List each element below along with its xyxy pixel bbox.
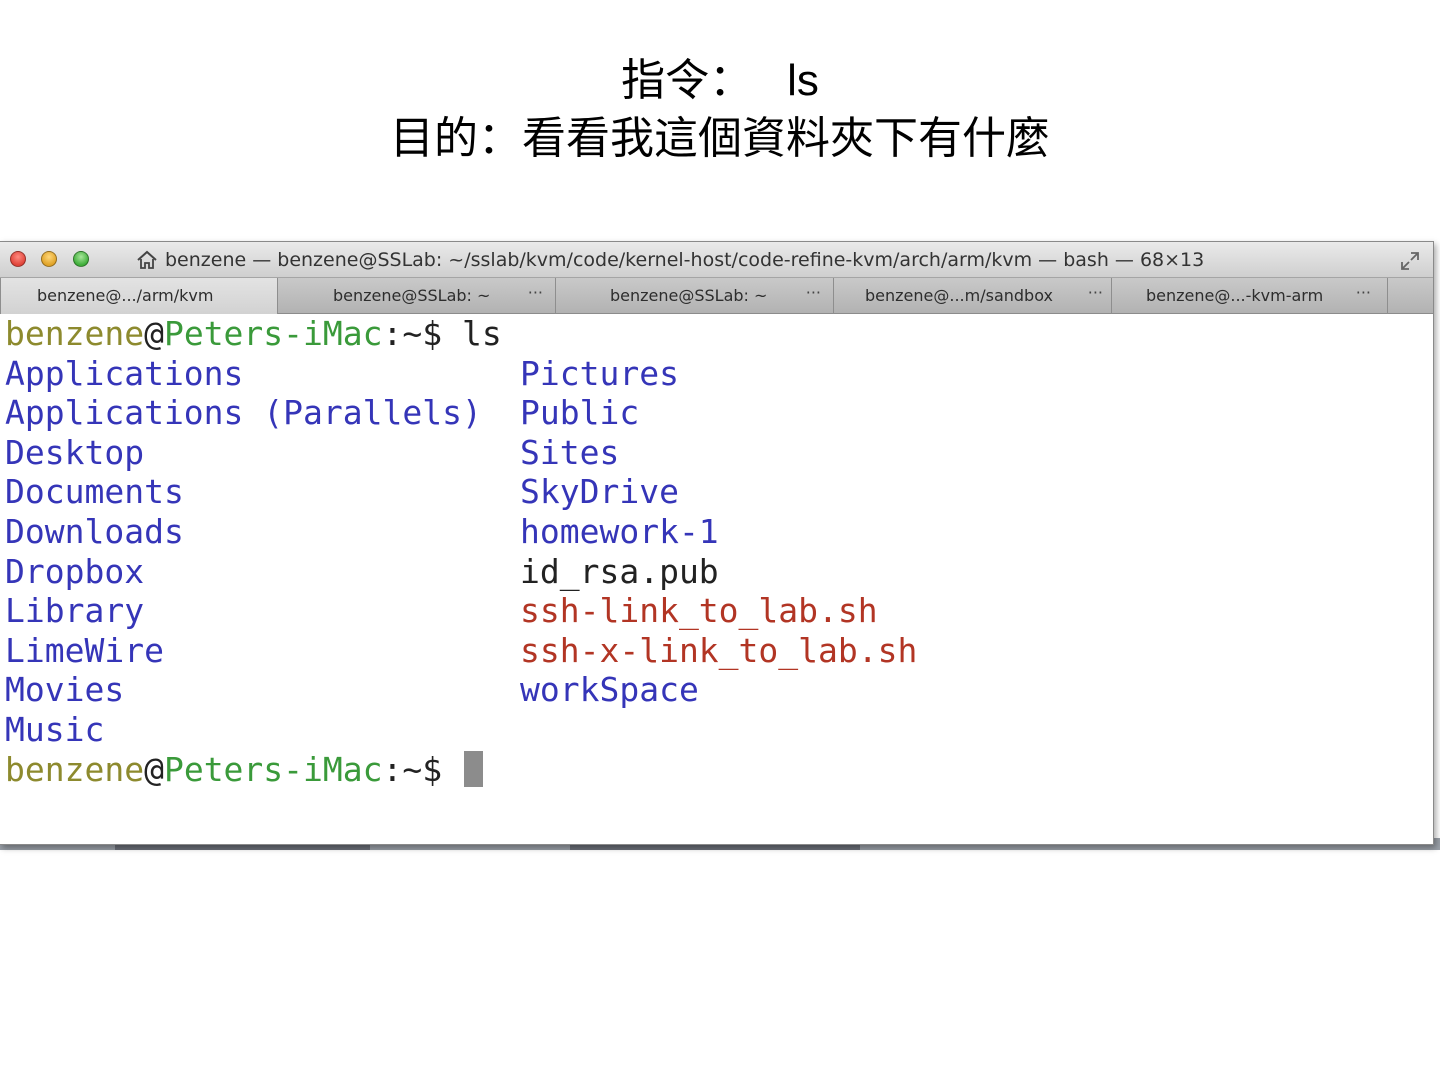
prompt-host: Peters-iMac	[163, 314, 383, 353]
tab-label: benzene@SSLab: ~	[333, 286, 491, 305]
tab-more-icon[interactable]: ···	[528, 278, 543, 314]
listing-entry: id_rsa.pub	[520, 552, 719, 591]
prompt-command: ls	[461, 314, 502, 353]
tab-more-icon[interactable]: ···	[1088, 278, 1103, 314]
listing-entry: Pictures	[520, 354, 679, 393]
listing-entry: Dropbox	[5, 552, 145, 591]
prompt-path: :~$	[382, 314, 443, 353]
tab-sslab-home-2[interactable]: benzene@SSLab: ~ ···	[556, 278, 834, 314]
listing-entry: ssh-x-link_to_lab.sh	[520, 631, 918, 670]
listing-entry: Sites	[520, 433, 620, 472]
home-icon	[137, 250, 157, 269]
window-title: benzene — benzene@SSLab: ~/sslab/kvm/cod…	[165, 249, 1205, 271]
slide-command: ls	[787, 56, 819, 105]
tab-arm-kvm[interactable]: benzene@.../arm/kvm	[0, 278, 278, 314]
slide-title-line1: 指令： ls	[0, 52, 1440, 110]
prompt-host: Peters-iMac	[163, 750, 383, 789]
listing-entry: workSpace	[520, 670, 699, 709]
prompt-path: :~$	[382, 750, 443, 789]
tab-more-icon[interactable]: ···	[806, 278, 821, 314]
prompt-user: benzene	[5, 750, 145, 789]
tab-more-icon[interactable]: ···	[1356, 278, 1371, 314]
listing-entry: Documents	[5, 472, 184, 511]
terminal-window[interactable]: benzene — benzene@SSLab: ~/sslab/kvm/cod…	[0, 241, 1434, 845]
listing-entry: Library	[5, 591, 145, 630]
zoom-button[interactable]	[73, 251, 89, 267]
listing-entry: Downloads	[5, 512, 184, 551]
terminal-output[interactable]: benzene@Peters-iMac:~$ ls Applications A…	[0, 314, 1433, 844]
listing-entry: Public	[520, 393, 640, 432]
tab-sslab-home-1[interactable]: benzene@SSLab: ~ ···	[278, 278, 556, 314]
listing-entry: LimeWire	[5, 631, 164, 670]
slide-label: 指令：	[621, 55, 754, 106]
slide-title: 指令： ls 目的：看看我這個資料夾下有什麼	[0, 52, 1440, 168]
tab-label: benzene@...-kvm-arm	[1146, 286, 1324, 305]
slide-purpose: 目的：看看我這個資料夾下有什麼	[390, 113, 1050, 164]
listing-entry: ssh-link_to_lab.sh	[520, 591, 878, 630]
prompt-at: @	[144, 314, 164, 353]
minimize-button[interactable]	[41, 251, 57, 267]
prompt-line: benzene@Peters-iMac:~$	[5, 750, 484, 790]
tab-sandbox[interactable]: benzene@...m/sandbox ···	[834, 278, 1112, 314]
prompt-line: benzene@Peters-iMac:~$ ls	[5, 314, 502, 354]
listing-entry: Movies	[5, 670, 125, 709]
listing-entry: Music	[5, 710, 105, 749]
listing-entry: Desktop	[5, 433, 145, 472]
tab-label: benzene@SSLab: ~	[610, 286, 768, 305]
listing-entry: SkyDrive	[520, 472, 679, 511]
fullscreen-icon[interactable]	[1399, 250, 1421, 272]
listing-entry: Applications	[5, 354, 244, 393]
tab-bar: benzene@.../arm/kvm benzene@SSLab: ~ ···…	[0, 278, 1433, 314]
prompt-at: @	[144, 750, 164, 789]
listing-entry: Applications (Parallels)	[5, 393, 482, 432]
close-button[interactable]	[10, 251, 26, 267]
tab-label: benzene@...m/sandbox	[865, 286, 1053, 305]
tab-label: benzene@.../arm/kvm	[37, 286, 214, 305]
tab-kvm-arm[interactable]: benzene@...-kvm-arm ···	[1112, 278, 1388, 314]
text-cursor	[464, 751, 484, 787]
title-bar[interactable]: benzene — benzene@SSLab: ~/sslab/kvm/cod…	[0, 242, 1433, 278]
prompt-user: benzene	[5, 314, 145, 353]
listing-entry: homework-1	[520, 512, 719, 551]
